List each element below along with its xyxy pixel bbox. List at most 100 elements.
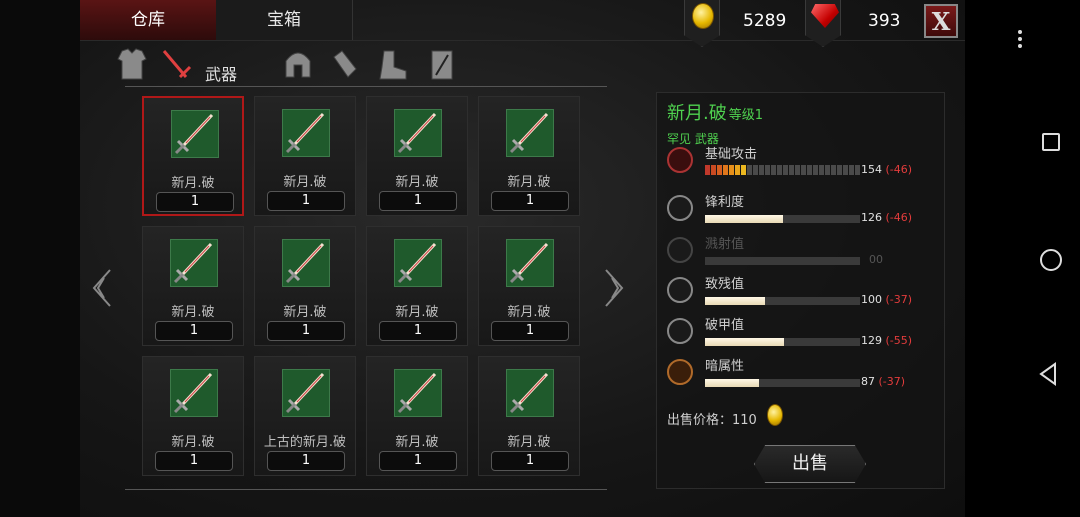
stat-bar <box>705 165 860 175</box>
item-slot-quantity: 1 <box>155 321 233 341</box>
inventory-slot[interactable]: 新月.破 1 <box>366 226 468 346</box>
sword-item-icon <box>394 239 442 287</box>
grid-bottom-divider <box>125 489 607 490</box>
item-slot-name: 上古的新月.破 <box>263 435 347 450</box>
overflow-menu-icon[interactable] <box>1005 27 1035 57</box>
inventory-slot[interactable]: 新月.破 1 <box>478 356 580 476</box>
stat-bar <box>705 257 860 265</box>
item-slot-quantity: 1 <box>379 451 457 471</box>
stat-label: 溅射值 <box>705 237 745 252</box>
stat-label: 暗属性 <box>705 359 745 374</box>
armor-break-icon <box>667 318 693 344</box>
stat-value: 126 (-46) <box>861 211 912 224</box>
item-slot-name: 新月.破 <box>395 305 439 320</box>
sell-price-value: 110 <box>732 413 757 428</box>
category-label-weapon: 武器 <box>205 65 238 84</box>
sword-item-icon <box>282 109 330 157</box>
stat-value: 100 (-37) <box>861 293 912 306</box>
stat-value: 154 (-46) <box>861 163 912 176</box>
recents-button-icon[interactable] <box>1042 133 1060 151</box>
item-slot-name: 新月.破 <box>507 175 551 190</box>
stat-number: 100 <box>861 293 882 306</box>
cripple-icon <box>667 277 693 303</box>
gold-coin-icon <box>767 404 783 426</box>
item-slot-quantity: 1 <box>267 451 345 471</box>
item-level: 等级1 <box>728 108 764 123</box>
sword-item-icon <box>282 239 330 287</box>
inventory-slot[interactable]: 新月.破 1 <box>142 356 244 476</box>
item-title: 新月.破 等级1 <box>667 99 763 125</box>
item-slot-quantity: 1 <box>267 191 345 211</box>
inventory-slot[interactable]: 新月.破 1 <box>254 226 356 346</box>
stat-label: 基础攻击 <box>705 147 758 162</box>
stat-number: 129 <box>861 334 882 347</box>
boot-icon[interactable] <box>376 47 408 83</box>
stat-value: 129 (-55) <box>861 334 912 347</box>
inventory-slot[interactable]: 新月.破 1 <box>478 226 580 346</box>
inventory-slot[interactable]: 新月.破 1 <box>366 96 468 216</box>
card-icon[interactable] <box>426 47 458 83</box>
gold-amount: 5289 <box>743 11 787 31</box>
sword-item-icon <box>506 369 554 417</box>
item-slot-name: 新月.破 <box>507 435 551 450</box>
item-slot-quantity: 1 <box>267 321 345 341</box>
gem-amount: 393 <box>868 11 901 31</box>
armor-icon[interactable] <box>116 47 148 83</box>
back-button-icon[interactable] <box>1037 362 1061 386</box>
item-slot-quantity: 1 <box>491 451 569 471</box>
splash-icon <box>667 237 693 263</box>
inventory-slot[interactable]: 新月.破 1 <box>478 96 580 216</box>
gold-coin-icon <box>692 3 714 29</box>
stat-diff: (-37) <box>878 375 906 388</box>
stat-value: 00 <box>869 253 883 266</box>
sword-item-icon <box>170 239 218 287</box>
android-navbar <box>965 0 1080 517</box>
inventory-slot[interactable]: 新月.破 1 <box>254 96 356 216</box>
sword-item-icon <box>171 110 219 158</box>
stat-diff: (-46) <box>885 211 913 224</box>
sword-item-icon <box>506 239 554 287</box>
stat-number: 87 <box>861 375 875 388</box>
inventory-slot[interactable]: 新月.破 1 <box>142 96 244 216</box>
stat-bar <box>705 215 860 223</box>
sword-item-icon <box>506 109 554 157</box>
close-button[interactable]: X <box>924 4 958 38</box>
left-letterbox <box>0 0 80 517</box>
item-slot-name: 新月.破 <box>283 305 327 320</box>
stat-diff: (-46) <box>885 163 913 176</box>
sell-price-label: 出售价格： <box>667 413 733 428</box>
item-slot-name: 新月.破 <box>283 175 327 190</box>
stat-value: 87 (-37) <box>861 375 905 388</box>
inventory-slot[interactable]: 上古的新月.破 1 <box>254 356 356 476</box>
inventory-slot[interactable]: 新月.破 1 <box>142 226 244 346</box>
next-page-arrow-icon[interactable] <box>604 268 626 308</box>
item-name: 新月.破 <box>667 103 727 124</box>
stat-diff: (-37) <box>885 293 913 306</box>
item-slot-quantity: 1 <box>379 321 457 341</box>
item-slot-quantity: 1 <box>491 191 569 211</box>
stat-label: 破甲值 <box>705 318 745 333</box>
sell-button[interactable]: 出售 <box>754 445 866 483</box>
stat-number: 126 <box>861 211 882 224</box>
item-slot-name: 新月.破 <box>507 305 551 320</box>
helmet-icon[interactable] <box>282 47 314 83</box>
prev-page-arrow-icon[interactable] <box>90 268 112 308</box>
home-button-icon[interactable] <box>1040 249 1062 271</box>
stat-diff: (-55) <box>885 334 913 347</box>
item-slot-name: 新月.破 <box>395 435 439 450</box>
inventory-slot[interactable]: 新月.破 1 <box>366 356 468 476</box>
sword-icon[interactable] <box>160 47 192 83</box>
tab-warehouse[interactable]: 仓库 <box>80 0 217 40</box>
stat-bar <box>705 379 860 387</box>
sharpness-icon <box>667 195 693 221</box>
sword-item-icon <box>394 369 442 417</box>
item-slot-name: 新月.破 <box>171 305 215 320</box>
bracer-icon[interactable] <box>328 47 360 83</box>
item-slot-name: 新月.破 <box>171 435 215 450</box>
tab-chest[interactable]: 宝箱 <box>216 0 353 40</box>
stat-bar <box>705 297 860 305</box>
sell-price: 出售价格：110 <box>667 409 757 428</box>
attack-icon <box>667 147 693 173</box>
item-slot-quantity: 1 <box>491 321 569 341</box>
sword-item-icon <box>170 369 218 417</box>
